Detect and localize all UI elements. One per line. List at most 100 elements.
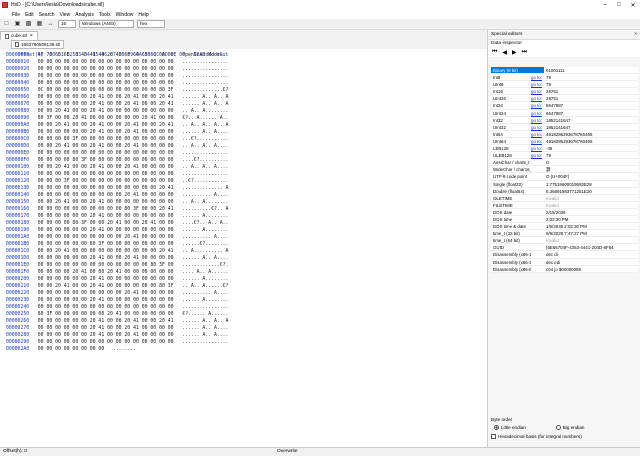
hex-row[interactable]: 000001A0 00 00 00 00 00 00 00 00 00 00 2… [6,234,228,241]
inspector-row[interactable]: WideChar / char16_t 灏 [491,166,638,174]
row-decoded-text[interactable]: ................ [182,340,228,345]
hex-row[interactable]: 000001F0 00 00 00 00 20 41 00 00 20 41 0… [6,269,228,276]
row-decoded-text[interactable]: ................ [182,172,228,177]
hex-row[interactable]: 000000C0 00 00 00 80 3F 00 00 00 00 00 0… [6,136,228,143]
row-hex-bytes[interactable]: 00 00 00 00 00 00 00 00 00 00 00 00 00 0… [38,81,174,86]
row-decoded-text[interactable]: .. A.. A......€? [182,284,228,289]
row-hex-bytes[interactable]: 00 00 80 3F 00 00 00 00 00 00 00 00 00 0… [38,179,174,184]
inspector-row[interactable]: time_t (64 bit) Invalid [491,237,638,245]
inspector-row[interactable]: LEB128 go to: -49 [491,145,638,153]
row-decoded-text[interactable]: .......... A.... [182,193,228,198]
hex-row[interactable]: 00000160 00 00 00 00 00 00 00 00 00 00 8… [6,206,228,213]
inspector-row[interactable]: UInt32 go to: 1852141647 [491,124,638,131]
row-hex-bytes[interactable]: 00 00 20 41 00 00 20 41 00 00 20 41 00 0… [38,144,174,149]
row-decoded-text[interactable]: ................ [182,81,228,86]
big-endian-radio[interactable]: Big endian [555,425,585,430]
row-decoded-text[interactable]: ...... A.. A.. A [182,95,228,100]
inspector-row[interactable]: Double (float64) 6.36891983771251E20 [491,188,638,195]
little-endian-radio[interactable]: Little endian [494,425,526,430]
inspector-value[interactable]: 79 [544,152,638,158]
inspector-value[interactable]: 4918286293678780495 [544,138,638,144]
goto-link[interactable]: go to: [531,110,544,116]
row-hex-bytes[interactable]: 0C 00 00 00 00 00 00 00 00 00 00 00 00 0… [38,88,174,93]
hex-row[interactable]: 00000170 00 00 00 00 00 00 20 41 00 00 0… [6,213,228,220]
row-decoded-text[interactable]: .......... A.... [182,235,228,240]
row-decoded-text[interactable]: .. A.......... A [182,249,228,254]
inspector-value[interactable]: 2:02:30 PM [544,216,638,222]
inspector-row[interactable]: DOS time 2:02:30 PM [491,216,638,224]
hex-row[interactable]: 000000B0 00 00 00 00 00 00 20 41 00 00 2… [6,129,228,136]
row-decoded-text[interactable]: ...... A.. A.. A [182,319,228,324]
bytes-per-row-select[interactable]: 16 [58,20,76,28]
row-hex-bytes[interactable]: 00 00 00 00 00 00 20 41 00 00 20 41 00 0… [38,102,174,107]
row-hex-bytes[interactable]: 00 00 00 00 00 00 00 00 00 00 00 00 00 0… [38,172,174,177]
save-all-icon[interactable]: ▦ [36,21,43,28]
row-hex-bytes[interactable]: 00 00 00 00 00 00 00 00 [38,347,104,352]
inspector-row[interactable]: AnsiChar / char8_t O [491,159,638,167]
row-hex-bytes[interactable]: 00 00 00 00 00 00 20 41 00 00 00 00 00 0… [38,277,174,282]
inspector-value[interactable]: 6647887 [544,102,638,108]
row-hex-bytes[interactable]: 00 00 00 00 00 00 20 41 00 00 00 00 00 0… [38,214,174,219]
inspector-value[interactable]: 01001111 [544,67,638,73]
hex-row[interactable]: 00000260 00 00 00 00 00 00 20 41 00 00 2… [6,318,228,325]
inspector-value[interactable]: Invalid [544,202,638,208]
row-hex-bytes[interactable]: 00 00 00 00 00 00 00 00 00 00 00 00 00 0… [38,60,174,65]
hex-row[interactable]: 00000050 0C 00 00 00 00 00 00 00 00 00 0… [6,87,228,94]
menu-help[interactable]: Help [138,12,148,18]
row-decoded-text[interactable]: ....€?.......... [182,158,228,163]
row-decoded-text[interactable]: ...... A........ [182,228,228,233]
row-hex-bytes[interactable]: 00 00 00 00 00 00 00 00 00 00 00 00 00 0… [38,340,174,345]
row-decoded-text[interactable]: ................ [182,67,228,72]
row-decoded-text[interactable]: .. A.. A.. A.... [182,165,228,170]
hex-row[interactable]: 000000E0 00 00 00 00 00 00 00 00 00 00 0… [6,150,228,157]
last-icon[interactable]: ⏭ [522,49,527,56]
inspector-value[interactable]: 79 [544,74,638,80]
hex-row[interactable]: 000001E0 00 00 00 00 00 00 00 00 00 00 0… [6,262,228,269]
goto-link[interactable]: go to: [531,88,544,94]
inspector-value[interactable]: 4918286293678780495 [544,131,638,137]
inspector-value[interactable]: Invalid [544,195,638,201]
row-hex-bytes[interactable]: 00 00 00 80 3F 00 00 00 00 00 00 00 00 0… [38,137,174,142]
hex-row[interactable]: 000001C0 00 00 20 41 00 00 00 00 00 00 0… [6,248,228,255]
row-hex-bytes[interactable]: 00 00 00 00 00 00 80 3F 00 00 00 00 00 0… [38,242,174,247]
row-hex-bytes[interactable]: 00 00 20 41 00 00 20 41 00 00 20 41 00 0… [38,123,174,128]
row-hex-bytes[interactable]: 00 00 00 00 00 00 20 41 00 00 00 00 00 0… [38,228,174,233]
row-hex-bytes[interactable]: 80 3F 00 00 00 00 00 00 20 41 00 00 00 0… [38,312,174,317]
row-hex-bytes[interactable]: 80 3F 00 00 20 41 00 00 00 00 00 00 20 4… [38,116,174,121]
inspector-value[interactable]: 6647887 [544,110,638,116]
inspector-value[interactable]: 1.77519600019593E28 [544,181,638,187]
hex-row[interactable]: 00000040 00 00 00 00 00 00 00 00 00 00 0… [6,80,228,87]
new-file-icon[interactable]: □ [3,21,10,28]
panel-close-icon[interactable]: × [634,30,637,39]
goto-link[interactable]: go to: [531,81,544,87]
row-hex-bytes[interactable]: 00 00 20 41 00 00 20 41 00 00 00 00 00 0… [38,284,174,289]
open-folder-icon[interactable]: ▣ [14,21,21,28]
inspector-value[interactable]: 6.36891983771251E20 [544,188,638,194]
row-hex-bytes[interactable]: 00 00 00 00 00 00 20 41 00 00 20 41 00 0… [38,333,174,338]
first-icon[interactable]: ⏮ [492,49,497,56]
row-hex-bytes[interactable]: 00 00 00 00 80 3F 00 00 20 41 00 00 20 4… [38,221,174,226]
inspector-row[interactable]: UInt16 go to: 28751 [491,95,638,103]
hex-row[interactable]: 00000070 00 00 00 00 00 00 20 41 00 00 2… [6,101,228,108]
row-hex-bytes[interactable]: 00 00 00 00 00 00 00 00 00 00 00 00 00 0… [38,67,174,72]
next-icon[interactable]: ▶ [512,49,517,56]
inspector-row[interactable]: Binary (8 bit) 01001111 [491,67,638,75]
tab-1663790508138-stl[interactable]: 1663790508138.stl [11,40,65,49]
row-hex-bytes[interactable]: 00 00 20 41 00 00 20 41 00 00 20 41 00 0… [38,165,174,170]
row-decoded-text[interactable]: .. A.. A........ [182,200,228,205]
hex-row[interactable]: 00000030 00 00 00 00 00 00 00 00 00 00 0… [6,73,228,80]
row-decoded-text[interactable]: ..............€? [182,88,228,93]
maximize-button[interactable]: □ [612,0,626,10]
row-hex-bytes[interactable]: 00 00 00 00 20 41 00 00 20 41 00 00 00 0… [38,270,174,275]
hex-row[interactable]: 000002A0 00 00 00 00 00 00 00 00 .......… [6,346,136,353]
charset-select[interactable]: Windows (ANSI) [79,20,134,28]
inspector-row[interactable]: UInt8 go to: 79 [491,81,638,89]
hex-row[interactable]: 00000140 00 00 00 00 00 00 00 00 00 00 2… [6,192,228,199]
inspector-value[interactable]: c64 jo $00000068 [544,266,638,272]
inspector-value[interactable]: O [544,159,638,165]
hex-row[interactable]: 000001D0 00 00 00 00 00 00 20 41 00 00 2… [6,255,228,262]
hex-row[interactable]: 00000250 80 3F 00 00 00 00 00 00 20 41 0… [6,311,228,318]
inspector-row[interactable]: Single (float32) 1.77519600019593E28 [491,181,638,188]
row-decoded-text[interactable]: ...... A.. A.. A [182,102,228,107]
row-decoded-text[interactable]: ...... A.. A.... [182,130,228,135]
